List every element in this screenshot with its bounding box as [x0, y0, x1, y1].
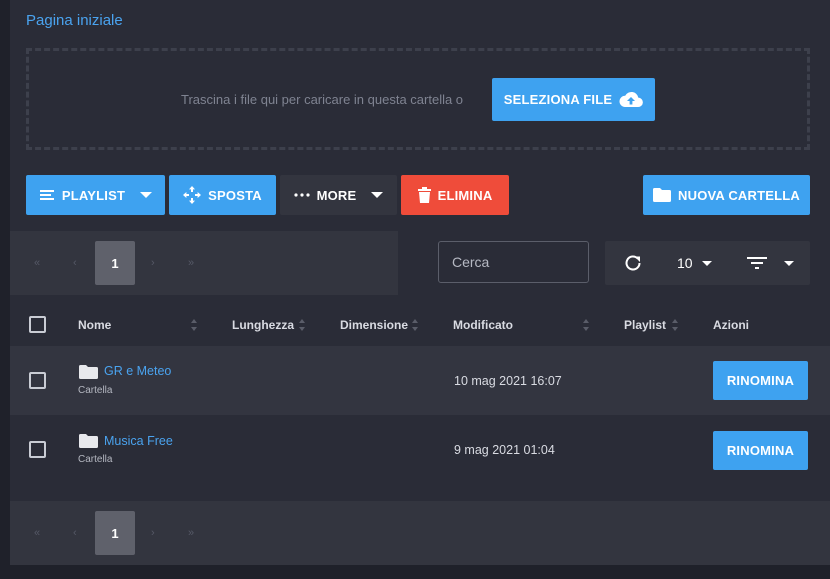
row-checkbox[interactable]: [29, 441, 46, 458]
sort-icon[interactable]: [582, 319, 590, 331]
first-page-button[interactable]: «: [34, 527, 40, 539]
breadcrumb-home[interactable]: Pagina iniziale: [26, 12, 123, 29]
folder-icon: [79, 365, 98, 379]
last-page-button[interactable]: »: [188, 257, 194, 269]
last-page-button[interactable]: »: [188, 527, 194, 539]
rename-button[interactable]: RINOMINA: [713, 361, 808, 400]
table-row: [10, 415, 830, 485]
per-page-select[interactable]: 10: [677, 255, 712, 271]
select-file-label: SELEZIONA FILE: [503, 92, 613, 107]
playlist-button[interactable]: PLAYLIST: [26, 175, 165, 215]
sort-icon[interactable]: [190, 319, 198, 331]
prev-page-button[interactable]: ‹: [73, 527, 77, 539]
page-1-button[interactable]: 1: [95, 241, 135, 285]
folder-name-link[interactable]: Musica Free: [104, 434, 173, 448]
move-arrows-icon: [183, 186, 202, 204]
sort-icon[interactable]: [671, 319, 679, 331]
filter-icon: [747, 257, 767, 269]
sort-icon[interactable]: [298, 319, 306, 331]
trash-icon: [417, 187, 431, 203]
column-header-modified[interactable]: Modificato: [453, 318, 513, 332]
chevron-down-icon: [371, 192, 384, 198]
sort-icon[interactable]: [411, 319, 419, 331]
chevron-down-icon: [701, 260, 712, 266]
filter-button[interactable]: [747, 256, 794, 270]
folder-name-link[interactable]: GR e Meteo: [104, 364, 171, 378]
column-header-size[interactable]: Dimensione: [340, 318, 408, 332]
page-1-button[interactable]: 1: [95, 511, 135, 555]
select-file-button[interactable]: SELEZIONA FILE: [492, 78, 655, 121]
more-button[interactable]: MORE: [280, 175, 397, 215]
modified-date: 10 mag 2021 16:07: [454, 374, 562, 388]
dropzone-text: Trascina i file qui per caricare in ques…: [181, 92, 464, 107]
per-page-value: 10: [677, 255, 693, 271]
select-all-checkbox[interactable]: [29, 316, 46, 333]
column-header-actions: Azioni: [713, 318, 749, 332]
list-tools: 10: [605, 241, 810, 285]
first-page-button[interactable]: «: [34, 257, 40, 269]
table-row: [10, 346, 830, 416]
modified-date: 9 mag 2021 01:04: [454, 443, 555, 457]
row-checkbox[interactable]: [29, 372, 46, 389]
folder-icon: [653, 188, 672, 202]
search-input[interactable]: [438, 241, 589, 283]
prev-page-button[interactable]: ‹: [73, 257, 77, 269]
rename-button[interactable]: RINOMINA: [713, 431, 808, 470]
new-folder-label: NUOVA CARTELLA: [678, 187, 800, 203]
chevron-down-icon: [140, 192, 153, 198]
item-type-label: Cartella: [78, 385, 113, 396]
next-page-button[interactable]: ›: [151, 527, 155, 539]
refresh-icon[interactable]: [624, 254, 642, 272]
item-type-label: Cartella: [78, 454, 113, 465]
pagination-top: « ‹ 1 › »: [10, 231, 398, 295]
move-button[interactable]: SPOSTA: [169, 175, 276, 215]
delete-label: ELIMINA: [437, 187, 493, 203]
pagination-bottom: « ‹ 1 › »: [10, 501, 830, 565]
move-label: SPOSTA: [208, 187, 262, 203]
more-dots-icon: [293, 193, 310, 197]
folder-icon: [79, 434, 98, 448]
more-label: MORE: [316, 187, 357, 203]
new-folder-button[interactable]: NUOVA CARTELLA: [643, 175, 810, 215]
column-header-name[interactable]: Nome: [78, 318, 111, 332]
playlist-label: PLAYLIST: [61, 187, 126, 203]
list-icon: [39, 190, 54, 200]
chevron-down-icon: [784, 260, 794, 266]
column-header-playlist[interactable]: Playlist: [624, 318, 666, 332]
next-page-button[interactable]: ›: [151, 257, 155, 269]
delete-button[interactable]: ELIMINA: [401, 175, 509, 215]
cloud-upload-icon: [619, 91, 644, 108]
column-header-length[interactable]: Lunghezza: [232, 318, 294, 332]
